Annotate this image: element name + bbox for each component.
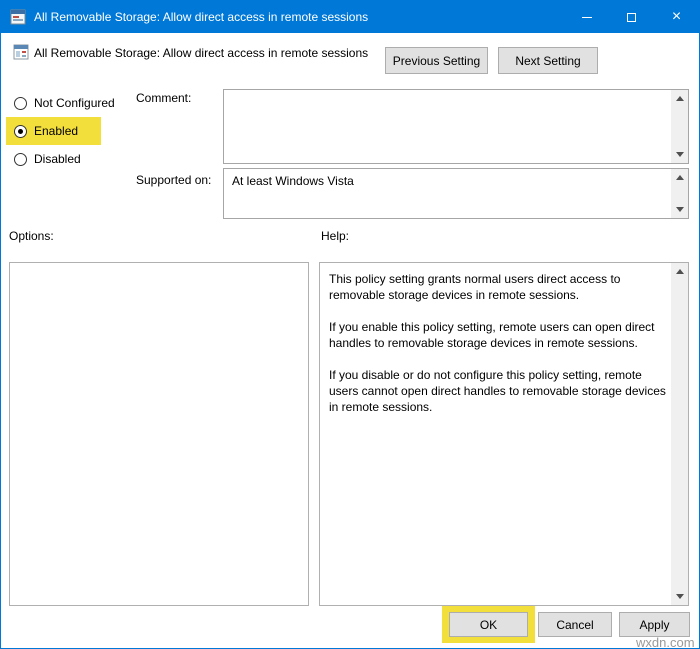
scroll-up-button[interactable] [671,169,688,186]
radio-not-configured[interactable]: Not Configured [14,95,115,111]
supported-on-label: Supported on: [136,173,211,187]
minimize-button[interactable] [564,1,609,33]
window-icon [10,9,26,25]
scroll-down-icon [676,207,684,212]
radio-disabled[interactable]: Disabled [14,151,81,167]
radio-label: Enabled [34,124,78,138]
next-setting-button[interactable]: Next Setting [498,47,598,74]
ok-button[interactable]: OK [449,612,528,637]
scroll-down-button[interactable] [671,588,688,605]
radio-label: Not Configured [34,96,115,110]
comment-label: Comment: [136,91,191,105]
radio-unselected-icon [14,153,27,166]
cancel-button[interactable]: Cancel [538,612,612,637]
radio-label: Disabled [34,152,81,166]
close-icon: × [672,9,681,25]
options-panel [9,262,309,606]
radio-unselected-icon [14,97,27,110]
comment-scrollbar[interactable] [671,90,688,163]
supported-on-scrollbar[interactable] [671,169,688,218]
options-label: Options: [9,229,54,243]
radio-selected-icon [14,125,27,138]
dialog-window: All Removable Storage: Allow direct acce… [0,0,700,649]
scroll-up-button[interactable] [671,263,688,280]
scroll-down-button[interactable] [671,201,688,218]
close-button[interactable]: × [654,1,699,33]
scroll-up-icon [676,269,684,274]
supported-on-value: At least Windows Vista [224,169,670,218]
minimize-icon [582,17,592,18]
help-text: This policy setting grants normal users … [320,263,670,605]
policy-icon [13,44,29,60]
scroll-up-button[interactable] [671,90,688,107]
ok-highlight: OK [442,606,535,643]
help-paragraph: This policy setting grants normal users … [329,271,668,303]
scroll-up-icon [676,175,684,180]
help-panel: This policy setting grants normal users … [319,262,689,606]
previous-setting-button[interactable]: Previous Setting [385,47,488,74]
title-bar: All Removable Storage: Allow direct acce… [1,1,699,33]
scroll-up-icon [676,96,684,101]
supported-on-input[interactable]: At least Windows Vista [223,168,689,219]
radio-enabled[interactable]: Enabled [14,123,78,139]
comment-value [224,90,670,163]
help-scrollbar[interactable] [671,263,688,605]
window-title: All Removable Storage: Allow direct acce… [34,10,368,24]
watermark: wxdn.com [636,635,695,649]
help-label: Help: [321,229,349,243]
scroll-down-icon [676,152,684,157]
help-paragraph: If you disable or do not configure this … [329,367,668,415]
window-controls: × [564,1,699,33]
scroll-down-button[interactable] [671,146,688,163]
comment-input[interactable] [223,89,689,164]
maximize-button[interactable] [609,1,654,33]
help-paragraph: If you enable this policy setting, remot… [329,319,668,351]
scroll-down-icon [676,594,684,599]
policy-title: All Removable Storage: Allow direct acce… [34,46,368,60]
maximize-icon [627,13,636,22]
apply-button[interactable]: Apply [619,612,690,637]
